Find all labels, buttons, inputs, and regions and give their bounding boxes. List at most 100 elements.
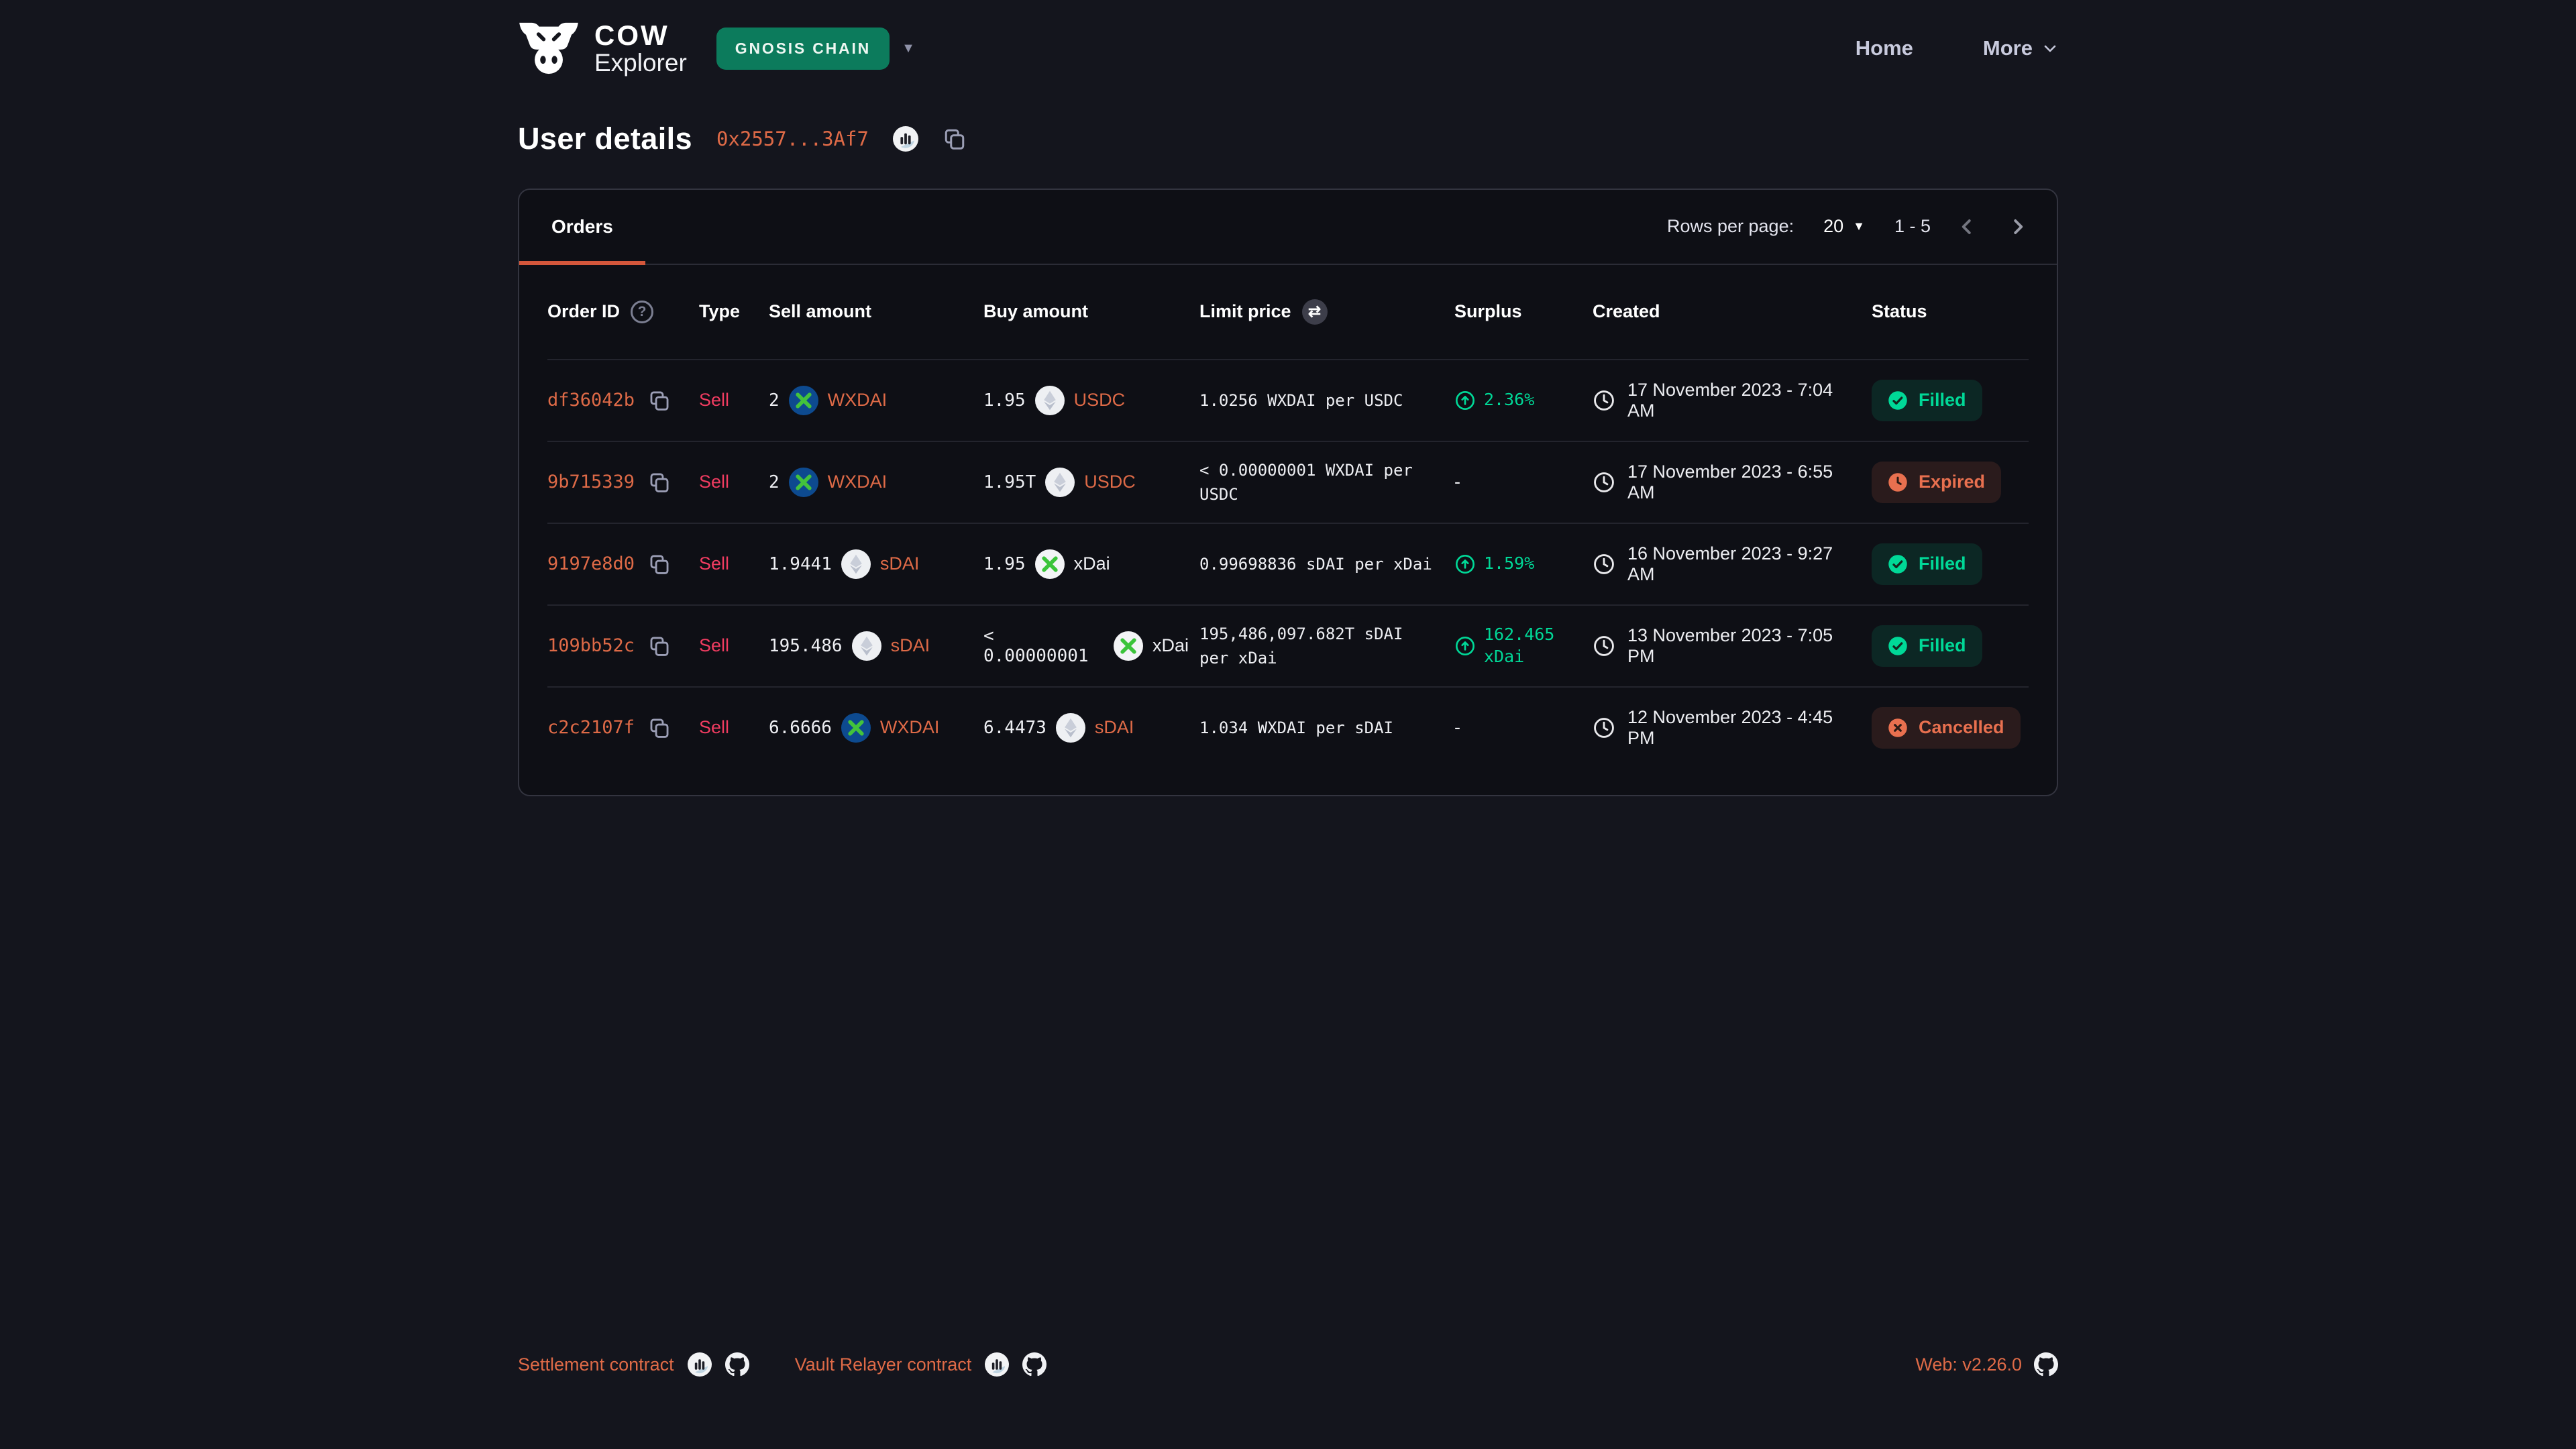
column-header-order-id: Order ID ? bbox=[547, 301, 699, 323]
status-badge: Filled bbox=[1872, 543, 1982, 585]
network-caret-icon[interactable]: ▼ bbox=[902, 41, 915, 56]
column-label: Limit price bbox=[1199, 301, 1291, 322]
next-page-button[interactable] bbox=[2003, 212, 2033, 241]
limit-price-value: 1.0256 WXDAI per USDC bbox=[1199, 388, 1433, 413]
column-header-buy-amount: Buy amount bbox=[983, 301, 1199, 322]
order-type-label: Sell bbox=[699, 553, 729, 574]
buy-token-link: xDai bbox=[1152, 635, 1189, 656]
surplus-value: - bbox=[1454, 716, 1460, 739]
wxdai-token-icon bbox=[789, 468, 818, 497]
column-header-type: Type bbox=[699, 301, 769, 322]
sell-token-link[interactable]: sDAI bbox=[880, 553, 920, 574]
xdai-token-icon bbox=[1035, 549, 1065, 579]
created-value: 16 November 2023 - 9:27 AM bbox=[1627, 543, 1861, 585]
sell-token-link[interactable]: WXDAI bbox=[828, 390, 888, 411]
rows-per-page-select[interactable]: 20 ▼ bbox=[1815, 215, 1873, 238]
tab-orders[interactable]: Orders bbox=[519, 190, 645, 264]
network-badge[interactable]: GNOSIS CHAIN bbox=[716, 28, 890, 70]
github-icon[interactable] bbox=[1022, 1352, 1046, 1377]
order-id-link[interactable]: df36042b bbox=[547, 390, 635, 411]
column-header-surplus: Surplus bbox=[1454, 301, 1593, 322]
status-badge: Expired bbox=[1872, 462, 2001, 503]
limit-price-value: < 0.00000001 WXDAI per USDC bbox=[1199, 458, 1433, 506]
column-label: Buy amount bbox=[983, 301, 1088, 322]
blockscout-icon[interactable] bbox=[688, 1352, 712, 1377]
buy-amount-value: 1.95 bbox=[983, 390, 1026, 411]
nav-more[interactable]: More bbox=[1983, 36, 2058, 60]
network-selector[interactable]: GNOSIS CHAIN ▼ bbox=[716, 28, 915, 70]
surplus-up-icon bbox=[1454, 553, 1476, 575]
chevron-down-icon bbox=[2042, 40, 2058, 56]
copy-icon[interactable] bbox=[648, 716, 671, 739]
sell-amount-value: 2 bbox=[769, 390, 780, 411]
order-id-link[interactable]: c2c2107f bbox=[547, 717, 635, 738]
settlement-contract-link[interactable]: Settlement contract bbox=[518, 1354, 674, 1375]
order-id-link[interactable]: 9197e8d0 bbox=[547, 553, 635, 574]
user-address-link[interactable]: 0x2557...3Af7 bbox=[716, 127, 869, 150]
limit-price-value: 195,486,097.682T sDAI per xDai bbox=[1199, 622, 1433, 670]
sell-amount-value: 6.6666 bbox=[769, 718, 832, 738]
copy-address-icon[interactable] bbox=[943, 127, 967, 151]
created-value: 17 November 2023 - 6:55 AM bbox=[1627, 462, 1861, 503]
column-header-limit-price: Limit price ⇄ bbox=[1199, 299, 1454, 325]
table-row: c2c2107f Sell 6.6666 WXDAI 6.4473 sDAI 1… bbox=[547, 686, 2029, 768]
buy-token-link[interactable]: USDC bbox=[1074, 390, 1126, 411]
surplus-value: - bbox=[1454, 470, 1460, 494]
column-header-status: Status bbox=[1872, 301, 2031, 322]
clock-icon bbox=[1593, 635, 1615, 657]
wxdai-token-icon bbox=[841, 713, 871, 743]
orders-card: Orders Rows per page: 20 ▼ 1 - 5 bbox=[518, 189, 2058, 796]
table-body: df36042b Sell 2 WXDAI 1.95 USDC 1.0256 W… bbox=[547, 359, 2029, 768]
buy-token-link: xDai bbox=[1074, 553, 1110, 574]
buy-token-link[interactable]: sDAI bbox=[1095, 717, 1134, 738]
caret-down-icon: ▼ bbox=[1853, 219, 1865, 233]
sell-amount-value: 1.9441 bbox=[769, 554, 832, 574]
buy-token-link[interactable]: USDC bbox=[1084, 472, 1136, 492]
generic-token-icon bbox=[1056, 713, 1085, 743]
page-footer: Settlement contract Vault Relayer contra… bbox=[0, 1352, 2576, 1449]
sell-amount-value: 2 bbox=[769, 472, 780, 492]
status-badge: Filled bbox=[1872, 380, 1982, 421]
help-icon[interactable]: ? bbox=[631, 301, 653, 323]
main-content: User details 0x2557...3Af7 Orders Rows p… bbox=[518, 76, 2058, 796]
column-label: Type bbox=[699, 301, 740, 322]
main-nav: Home More bbox=[1856, 36, 2058, 60]
nav-home[interactable]: Home bbox=[1856, 36, 1913, 60]
copy-icon[interactable] bbox=[648, 635, 671, 657]
xdai-token-icon bbox=[1114, 631, 1143, 661]
prev-page-button[interactable] bbox=[1952, 212, 1982, 241]
vault-relayer-contract-link[interactable]: Vault Relayer contract bbox=[795, 1354, 972, 1375]
top-nav: COW Explorer GNOSIS CHAIN ▼ Home More bbox=[0, 0, 2576, 76]
github-icon[interactable] bbox=[2034, 1352, 2058, 1377]
column-label: Surplus bbox=[1454, 301, 1522, 322]
sell-token-link[interactable]: sDAI bbox=[891, 635, 930, 656]
table-row: 9b715339 Sell 2 WXDAI 1.95T USDC < 0.000… bbox=[547, 441, 2029, 523]
swap-price-icon[interactable]: ⇄ bbox=[1302, 299, 1328, 325]
order-id-link[interactable]: 109bb52c bbox=[547, 635, 635, 656]
order-type-label: Sell bbox=[699, 635, 729, 655]
tab-orders-label: Orders bbox=[551, 216, 613, 237]
copy-icon[interactable] bbox=[648, 471, 671, 494]
surplus-up-icon bbox=[1454, 390, 1476, 411]
status-label: Filled bbox=[1919, 635, 1966, 656]
order-id-link[interactable]: 9b715339 bbox=[547, 472, 635, 492]
status-label: Expired bbox=[1919, 472, 1985, 492]
copy-icon[interactable] bbox=[648, 389, 671, 412]
surplus-value: 162.465 xDai bbox=[1484, 624, 1582, 667]
page-title: User details bbox=[518, 121, 692, 156]
order-type-label: Sell bbox=[699, 390, 729, 410]
column-label: Order ID bbox=[547, 301, 620, 322]
column-label: Status bbox=[1872, 301, 1927, 322]
sell-token-link[interactable]: WXDAI bbox=[880, 717, 940, 738]
created-value: 12 November 2023 - 4:45 PM bbox=[1627, 707, 1861, 749]
order-type-label: Sell bbox=[699, 717, 729, 737]
sell-amount-value: 195.486 bbox=[769, 636, 843, 656]
copy-icon[interactable] bbox=[648, 553, 671, 576]
sell-token-link[interactable]: WXDAI bbox=[828, 472, 888, 492]
blockscout-link[interactable] bbox=[893, 126, 918, 152]
orders-table: Order ID ? Type Sell amount Buy amount L… bbox=[519, 265, 2057, 795]
brand-logo[interactable]: COW Explorer bbox=[518, 21, 687, 76]
clock-icon bbox=[1593, 471, 1615, 494]
blockscout-icon[interactable] bbox=[985, 1352, 1009, 1377]
github-icon[interactable] bbox=[725, 1352, 749, 1377]
